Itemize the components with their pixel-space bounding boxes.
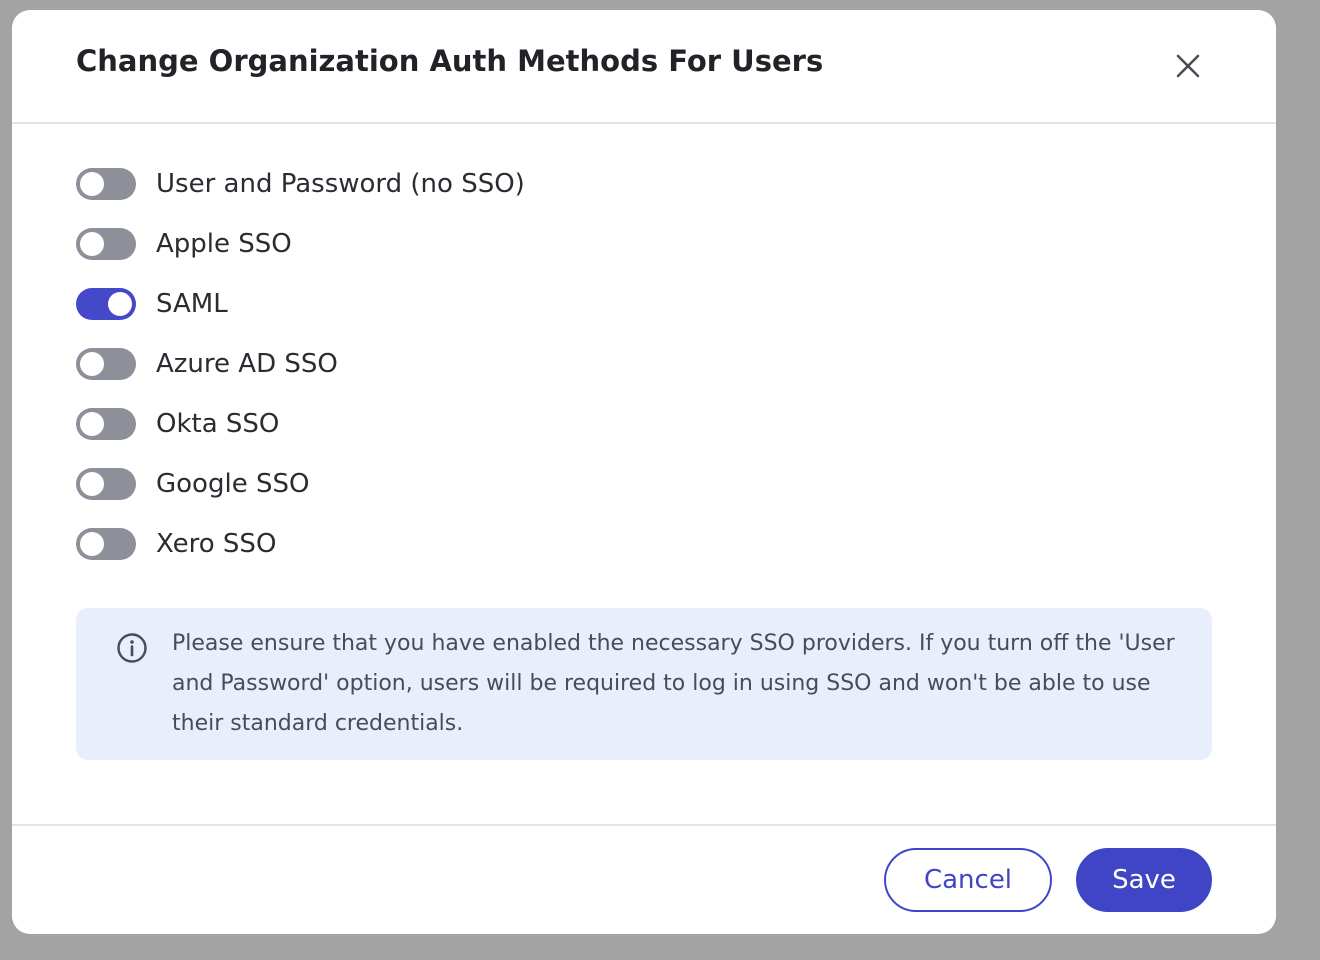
close-icon	[1176, 54, 1200, 78]
auth-methods-dialog: Change Organization Auth Methods For Use…	[12, 10, 1276, 934]
toggle-apple-sso[interactable]	[76, 228, 136, 260]
auth-method-saml: SAML	[76, 274, 976, 334]
auth-method-google-sso: Google SSO	[76, 454, 976, 514]
toggle-azure-ad-sso[interactable]	[76, 348, 136, 380]
cancel-button[interactable]: Cancel	[884, 848, 1052, 912]
auth-method-okta-sso: Okta SSO	[76, 394, 976, 454]
toggle-user-password[interactable]	[76, 168, 136, 200]
auth-method-label: Okta SSO	[156, 409, 280, 439]
auth-method-label: Google SSO	[156, 469, 310, 499]
info-text: Please ensure that you have enabled the …	[172, 631, 1175, 736]
auth-methods-list: User and Password (no SSO) Apple SSO SAM…	[76, 154, 976, 574]
info-callout: Please ensure that you have enabled the …	[76, 608, 1212, 760]
auth-method-apple-sso: Apple SSO	[76, 214, 976, 274]
auth-method-label: Xero SSO	[156, 529, 277, 559]
toggle-knob	[108, 292, 132, 316]
toggle-xero-sso[interactable]	[76, 528, 136, 560]
auth-method-label: Apple SSO	[156, 229, 292, 259]
toggle-knob	[80, 172, 104, 196]
toggle-knob	[80, 472, 104, 496]
auth-method-user-password: User and Password (no SSO)	[76, 154, 976, 214]
toggle-saml[interactable]	[76, 288, 136, 320]
close-button[interactable]	[1168, 46, 1208, 86]
info-icon	[117, 633, 147, 663]
dialog-title: Change Organization Auth Methods For Use…	[76, 44, 824, 78]
dialog-footer: Cancel Save	[12, 824, 1276, 934]
toggle-knob	[80, 532, 104, 556]
auth-method-azure-ad-sso: Azure AD SSO	[76, 334, 976, 394]
toggle-knob	[80, 352, 104, 376]
save-button[interactable]: Save	[1076, 848, 1212, 912]
auth-method-label: Azure AD SSO	[156, 349, 338, 379]
toggle-google-sso[interactable]	[76, 468, 136, 500]
auth-method-xero-sso: Xero SSO	[76, 514, 976, 574]
dialog-header: Change Organization Auth Methods For Use…	[12, 10, 1276, 124]
toggle-knob	[80, 412, 104, 436]
toggle-knob	[80, 232, 104, 256]
auth-method-label: User and Password (no SSO)	[156, 169, 525, 199]
toggle-okta-sso[interactable]	[76, 408, 136, 440]
auth-method-label: SAML	[156, 289, 228, 319]
